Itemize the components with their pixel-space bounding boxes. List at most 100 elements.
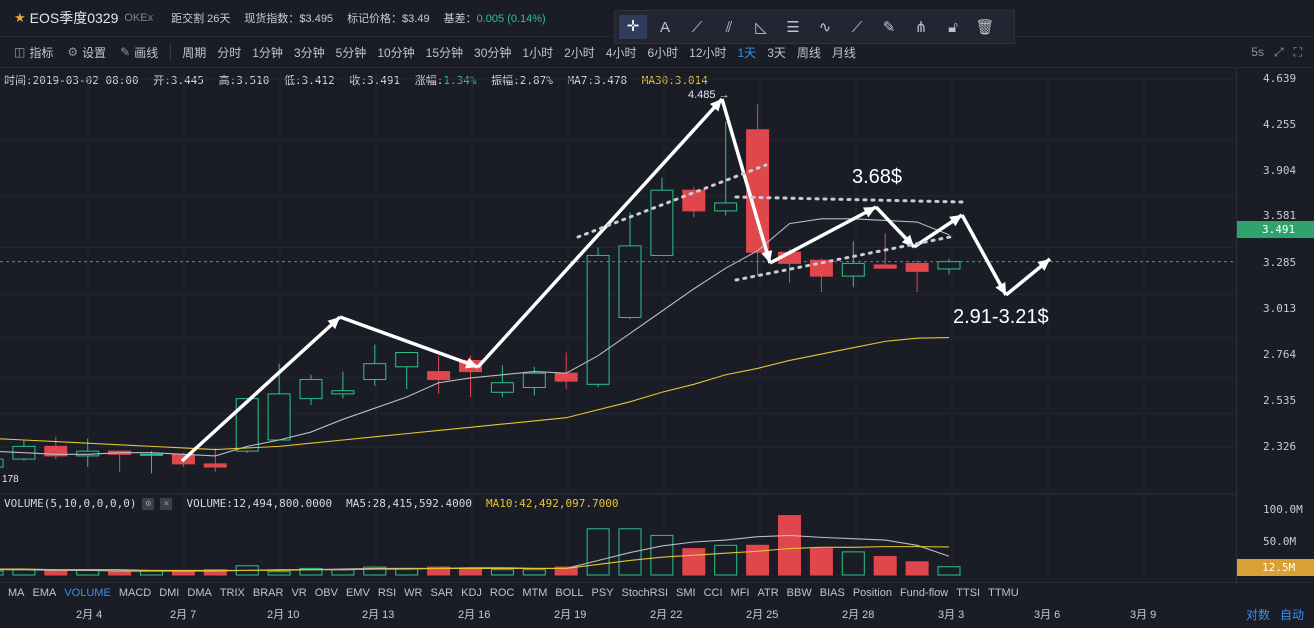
indicator-tab[interactable]: WR	[404, 587, 422, 599]
indicator-tab[interactable]: RSI	[378, 587, 396, 599]
period-option[interactable]: 2小时	[564, 44, 595, 61]
indicator-tab[interactable]: PSY	[592, 587, 614, 599]
indicator-tab[interactable]: ATR	[757, 587, 778, 599]
date-tick: 2月 4	[76, 609, 103, 621]
close-icon[interactable]: ✕	[160, 497, 173, 510]
indicator-tab[interactable]: MFI	[731, 587, 750, 599]
indicator-tab[interactable]: Position	[853, 587, 892, 599]
text-icon[interactable]: A	[651, 19, 679, 36]
time-axis[interactable]: 2月 4 2月 7 2月 10 2月 13 2月 16 2月 19 2月 22 2月 25 2月…	[0, 602, 1236, 628]
indicator-tab[interactable]: MA	[8, 587, 25, 599]
date-tick: 3月 6	[1034, 609, 1061, 621]
period-option[interactable]: 1小时	[522, 44, 553, 61]
candlestick-chart[interactable]	[0, 67, 1236, 602]
parallel-icon[interactable]: ⫽	[715, 19, 743, 36]
settings-icon[interactable]: ⚙	[142, 497, 155, 510]
symbol-name[interactable]: EOS季度0329	[30, 8, 119, 28]
volume-bar	[267, 571, 291, 576]
basis-value: 0.005 (0.14%)	[476, 13, 546, 25]
chart-toolbar: ◫ 指标 ⚙ 设置 ✎ 画线 周期 分时 1分钟 3分钟 5分钟 10分钟 15分钟 30分钟 1小…	[0, 37, 1314, 68]
period-option[interactable]: 1天	[738, 44, 757, 61]
period-option[interactable]: 6小时	[647, 44, 678, 61]
indicator-tab[interactable]: CCI	[704, 587, 723, 599]
auto-scale-button[interactable]: 自动	[1280, 606, 1304, 623]
ruler-icon[interactable]: ⟋	[843, 19, 871, 36]
indicator-tab[interactable]: Fund-flow	[900, 587, 948, 599]
volume-value: VOLUME:12,494,800.0000	[186, 497, 333, 510]
indicator-tab[interactable]: TTSI	[956, 587, 980, 599]
indicator-button[interactable]: ◫ 指标	[14, 44, 53, 61]
period-option[interactable]: 3天	[767, 44, 786, 61]
period-option[interactable]: 30分钟	[474, 44, 511, 61]
price-axis[interactable]: 4.639 4.255 3.904 3.581 3.285 3.013 2.76…	[1236, 67, 1314, 582]
log-scale-button[interactable]: 对数	[1246, 606, 1270, 623]
angle-icon[interactable]: ◺	[747, 18, 775, 36]
indicator-tab[interactable]: SMI	[676, 587, 696, 599]
indicator-tab[interactable]: EMA	[33, 587, 57, 599]
wave-icon[interactable]: ∿	[811, 18, 839, 36]
period-option[interactable]: 12小时	[689, 44, 726, 61]
indicator-tab[interactable]: VOLUME	[64, 587, 110, 599]
volume-bar	[490, 569, 514, 576]
indicator-tab[interactable]: StochRSI	[622, 587, 668, 599]
pattern-icon[interactable]: ⋔	[907, 18, 935, 36]
price-tick: 3.013	[1263, 302, 1297, 315]
favorite-star-icon[interactable]: ★	[14, 10, 26, 26]
horizontal-line-icon[interactable]: ☰	[779, 18, 807, 36]
period-option[interactable]: 4小时	[606, 44, 637, 61]
indicator-tab[interactable]: DMI	[159, 587, 179, 599]
candle-body	[331, 390, 355, 395]
pen-icon[interactable]: ✎	[875, 18, 903, 36]
price-tick: 2.326	[1263, 440, 1297, 453]
period-option[interactable]: 1分钟	[252, 44, 283, 61]
period-option[interactable]: 3分钟	[294, 44, 325, 61]
indicator-tab[interactable]: MTM	[522, 587, 547, 599]
basis-label: 基差：	[443, 13, 477, 25]
indicator-icon: ◫	[14, 45, 26, 59]
volume-bar	[841, 551, 865, 576]
indicator-tab[interactable]: KDJ	[461, 587, 482, 599]
period-option[interactable]: 周线	[797, 44, 821, 61]
indicator-tab[interactable]: BRAR	[253, 587, 284, 599]
draw-button[interactable]: ✎ 画线	[120, 44, 158, 61]
date-tick: 2月 7	[170, 609, 197, 621]
period-option[interactable]: 月线	[832, 44, 856, 61]
pencil-icon: ✎	[120, 45, 131, 59]
indicator-tab[interactable]: VR	[291, 587, 306, 599]
fullscreen-icon[interactable]: ⛶	[1294, 45, 1302, 60]
period-option[interactable]: 分时	[217, 44, 241, 61]
date-tick: 2月 19	[554, 609, 587, 621]
refresh-interval[interactable]: 5s	[1251, 45, 1264, 60]
trash-icon[interactable]: 🗑︎	[971, 18, 999, 36]
lock-icon[interactable]: 🔓︎	[939, 19, 967, 36]
divider	[170, 44, 172, 60]
indicator-tab[interactable]: TTMU	[988, 587, 1019, 599]
candle-body	[363, 363, 387, 381]
settings-button[interactable]: ⚙ 设置	[67, 44, 106, 61]
indicator-tab[interactable]: ROC	[490, 587, 514, 599]
draw-label: 画线	[134, 45, 159, 60]
indicator-tab[interactable]: BOLL	[555, 587, 583, 599]
indicator-tab[interactable]: DMA	[187, 587, 211, 599]
ma30-line	[0, 336, 950, 451]
candle-body	[395, 351, 419, 368]
period-option[interactable]: 5分钟	[336, 44, 367, 61]
indicator-tab[interactable]: EMV	[346, 587, 370, 599]
indicator-tab[interactable]: MACD	[119, 587, 151, 599]
indicator-tab[interactable]: BBW	[787, 587, 812, 599]
crosshair-icon[interactable]: ✛	[619, 15, 647, 39]
expand-icon[interactable]: ⤢	[1274, 45, 1284, 60]
indicator-tab[interactable]: TRIX	[220, 587, 245, 599]
indicator-tab[interactable]: BIAS	[820, 587, 845, 599]
indicator-tab[interactable]: SAR	[430, 587, 453, 599]
volume-bar	[905, 561, 929, 576]
volume-bar	[618, 528, 642, 576]
period-option[interactable]: 15分钟	[426, 44, 463, 61]
period-option[interactable]: 10分钟	[377, 44, 414, 61]
line-icon[interactable]: ⟋	[683, 19, 711, 36]
candle-body	[841, 262, 865, 277]
candle-body	[873, 264, 897, 269]
low-label: 178	[2, 474, 19, 485]
indicator-tabs: MA EMA VOLUME MACD DMI DMA TRIX BRAR VR OBV EMV RSI…	[0, 582, 1314, 603]
indicator-tab[interactable]: OBV	[315, 587, 338, 599]
